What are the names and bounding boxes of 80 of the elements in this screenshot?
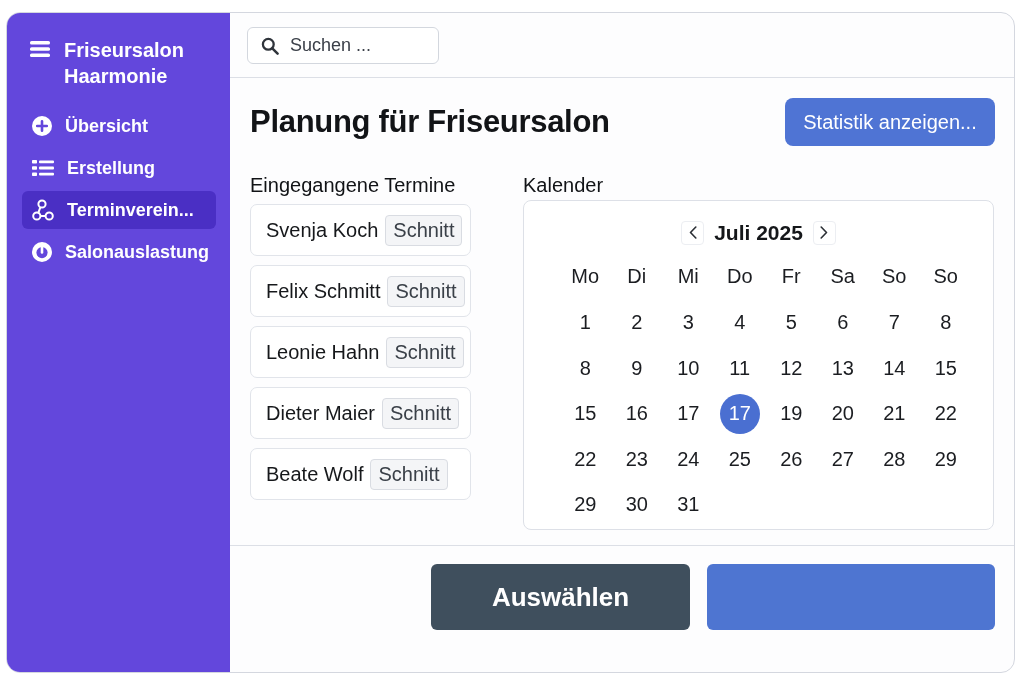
calendar-day[interactable]: 3: [668, 302, 709, 343]
weekday-label: Di: [626, 265, 648, 288]
nav-item[interactable]: Salonauslastung: [22, 233, 216, 271]
calendar-day[interactable]: 15: [565, 393, 606, 434]
client-name: Beate Wolf: [266, 462, 364, 486]
calendar-day[interactable]: 10: [668, 348, 709, 389]
calendar-day[interactable]: 5: [771, 302, 812, 343]
calendar-day[interactable]: 17: [719, 393, 760, 434]
previous-month-button[interactable]: [681, 220, 705, 245]
weekday-label: Fr: [780, 265, 802, 288]
client-name: Felix Schmitt: [266, 279, 381, 303]
search-field[interactable]: Suchen ...: [247, 27, 439, 64]
calendar-day[interactable]: 23: [616, 439, 657, 480]
calendar-day[interactable]: 8: [565, 348, 606, 389]
section-heading: Kalender: [523, 174, 605, 196]
weekday-label: So: [881, 265, 908, 288]
nav-item[interactable]: Terminverein...: [22, 191, 216, 229]
client-name: Svenja Koch: [266, 218, 379, 242]
list-icon: [32, 160, 54, 176]
page-title: Planung für Friseursalon: [250, 104, 610, 140]
calendar-day[interactable]: 16: [616, 393, 657, 434]
weekday-label: Mo: [570, 265, 601, 288]
calendar-day[interactable]: 29: [565, 484, 606, 525]
calendar-day[interactable]: 17: [668, 393, 709, 434]
calendar-day[interactable]: 9: [616, 348, 657, 389]
calendar-day[interactable]: 19: [771, 393, 812, 434]
calendar-day[interactable]: 11: [719, 348, 760, 389]
weekday-label: So: [932, 265, 959, 288]
calendar-day[interactable]: 27: [822, 439, 863, 480]
service-tag: Schnitt: [386, 336, 464, 368]
calendar-day[interactable]: 21: [874, 393, 915, 434]
next-month-button[interactable]: [812, 220, 836, 245]
calendar-day[interactable]: 20: [822, 393, 863, 434]
calendar-day[interactable]: 28: [874, 439, 915, 480]
plus-circle-icon: [32, 116, 52, 136]
calendar-day[interactable]: 8: [925, 302, 966, 343]
app-title: Friseursalon Haarmonie: [64, 38, 186, 89]
calendar-day[interactable]: 6: [822, 302, 863, 343]
client-name: Dieter Maier: [266, 401, 375, 425]
calendar-day[interactable]: 22: [925, 393, 966, 434]
chevron-right-icon: [820, 226, 829, 239]
menu-icon[interactable]: [30, 41, 50, 57]
power-icon: [32, 242, 52, 262]
calendar-day[interactable]: 29: [925, 439, 966, 480]
calendar-day[interactable]: 1: [565, 302, 606, 343]
service-tag: Schnitt: [387, 275, 465, 307]
calendar-day[interactable]: 26: [771, 439, 812, 480]
weekday-label: Sa: [829, 265, 856, 288]
calendar-day[interactable]: 2: [616, 302, 657, 343]
nav-item[interactable]: Erstellung: [22, 149, 216, 187]
chevron-left-icon: [688, 226, 697, 239]
calendar-day[interactable]: 12: [771, 348, 812, 389]
weekday-label: Mi: [676, 265, 700, 288]
select-button[interactable]: Auswählen: [431, 564, 690, 630]
client-name: Leonie Hahn: [266, 340, 380, 364]
appointment-card[interactable]: Leonie Hahn Schnitt: [250, 326, 471, 378]
calendar-day[interactable]: 24: [668, 439, 709, 480]
appointment-card[interactable]: Felix Schmitt Schnitt: [250, 265, 471, 317]
section-heading: Eingegangene Termine: [250, 174, 457, 196]
calendar-day[interactable]: 30: [616, 484, 657, 525]
calendar-day[interactable]: 15: [925, 348, 966, 389]
calendar-day[interactable]: 14: [874, 348, 915, 389]
calendar-day[interactable]: 7: [874, 302, 915, 343]
statistics-button[interactable]: Statistik anzeigen...: [785, 98, 995, 146]
appointment-card[interactable]: Dieter Maier Schnitt: [250, 387, 471, 439]
nodes-icon: [32, 199, 54, 221]
calendar-day[interactable]: 31: [668, 484, 709, 525]
appointment-card[interactable]: Beate Wolf Schnitt: [250, 448, 471, 500]
calendar-day[interactable]: 13: [822, 348, 863, 389]
nav-item[interactable]: Übersicht: [22, 107, 216, 145]
search-icon: [261, 37, 279, 55]
service-tag: Schnitt: [385, 214, 463, 246]
calendar-day[interactable]: 25: [719, 439, 760, 480]
service-tag: Schnitt: [381, 397, 460, 429]
month-label: Juli 2025: [714, 220, 803, 245]
calendar-day[interactable]: 4: [719, 302, 760, 343]
calendar-day[interactable]: 22: [565, 439, 606, 480]
appointment-card[interactable]: Svenja Koch Schnitt: [250, 204, 471, 256]
weekday-label: Do: [725, 265, 754, 288]
service-tag: Schnitt: [370, 458, 448, 490]
